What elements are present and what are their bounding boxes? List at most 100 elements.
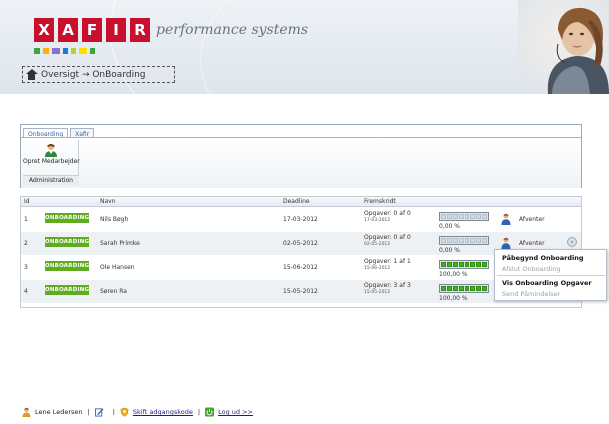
status-badge: ONBOARDING [45, 285, 90, 295]
progress-segment [482, 238, 487, 243]
breadcrumb[interactable]: Oversigt → OnBoarding [22, 66, 175, 83]
status-label: Afventer [519, 216, 545, 223]
user-name: Lene Ledersen [35, 408, 83, 416]
menu-item-show-tasks[interactable]: Vis Onboarding Opgaver [502, 279, 592, 287]
employee-name[interactable]: Ole Hansen [100, 264, 135, 271]
progress-segment [441, 238, 446, 243]
footer-separator: | [197, 408, 201, 416]
gear-icon[interactable] [567, 237, 577, 247]
footer-separator: | [112, 408, 115, 416]
progress-segment [458, 262, 464, 267]
progress-text: Opgaver: 1 af 1 15-06-2012 [364, 258, 411, 272]
progress-segment [464, 238, 470, 243]
colorbar-segment [43, 48, 49, 54]
ribbon-panel: Onboarding Xafir Opret Medarbejder Admin… [20, 124, 582, 188]
ribbon-group-label: Administration [23, 175, 79, 185]
progress-segment [458, 286, 464, 291]
change-password-link[interactable]: Skift adgangskode [133, 408, 193, 416]
progress-segment [441, 262, 446, 267]
progress-segment [464, 262, 470, 267]
progress-text: Opgaver: 0 af 0 02-05-2012 [364, 234, 411, 248]
table-row[interactable]: 1 ONBOARDING Nils Bøgh 17-03-2012 Opgaver: 0… [21, 208, 581, 231]
deadline: 15-05-2012 [283, 288, 318, 295]
logo-letter: R [130, 18, 150, 42]
power-icon[interactable] [205, 407, 215, 417]
row-context-menu: Påbegynd Onboarding Afslut Onboarding Vi… [494, 249, 607, 301]
progress-segment [446, 262, 452, 267]
progress-date: 15-05-2012 [364, 290, 391, 295]
progress-bar [439, 260, 489, 269]
progress-segment [482, 214, 487, 219]
key-shield-icon[interactable] [120, 407, 129, 417]
employee-name[interactable]: Nils Bøgh [100, 216, 128, 223]
row-id: 2 [24, 240, 28, 247]
progress-text: Opgaver: 0 af 0 17-03-2012 [364, 210, 411, 224]
progress-segment [476, 238, 482, 243]
progress-segment [452, 214, 458, 219]
home-icon[interactable] [25, 68, 38, 81]
progress-segment [476, 262, 482, 267]
progress-segment [470, 214, 476, 219]
progress-segment [464, 214, 470, 219]
colorbar-segment [90, 48, 95, 54]
progress-segment [446, 214, 452, 219]
progress-bar [439, 284, 489, 293]
progress-segment [464, 286, 470, 291]
employee-name[interactable]: Sarah Primke [100, 240, 140, 247]
menu-item-start-onboarding[interactable]: Påbegynd Onboarding [502, 254, 584, 262]
progress-tasks: Opgaver: 1 af 1 [364, 258, 411, 265]
column-header-id[interactable]: Id [24, 198, 30, 205]
column-header-progress[interactable]: Fremskridt [364, 198, 396, 205]
column-header-name[interactable]: Navn [100, 198, 116, 205]
create-employee-label[interactable]: Opret Medarbejder [23, 158, 80, 165]
status-badge: ONBOARDING [45, 213, 90, 223]
progress-tasks: Opgaver: 0 af 0 [364, 210, 411, 217]
footer-separator: | [87, 408, 90, 416]
progress-text: Opgaver: 3 af 3 15-05-2012 [364, 282, 411, 296]
progress-tasks: Opgaver: 0 af 0 [364, 234, 411, 241]
person-add-icon [45, 144, 57, 157]
logo-tagline: performance systems [156, 22, 309, 38]
progress-percent: 100,00 % [439, 295, 468, 302]
progress-bar [439, 212, 489, 221]
progress-segment [446, 238, 452, 243]
logo-letter: A [58, 18, 78, 42]
menu-item-end-onboarding: Afslut Onboarding [502, 265, 561, 273]
create-employee-button[interactable]: Opret Medarbejder [23, 142, 80, 172]
progress-segment [458, 214, 464, 219]
grid-header: Id Navn Deadline Fremskridt [21, 197, 581, 207]
progress-date: 17-03-2012 [364, 218, 391, 223]
progress-date: 15-06-2012 [364, 266, 391, 271]
header-banner: X A F I R performance systems [0, 0, 609, 100]
row-id: 3 [24, 264, 28, 271]
header-portrait-image [518, 0, 609, 94]
edit-icon[interactable] [94, 407, 104, 417]
ribbon-body: Opret Medarbejder Administration [21, 137, 581, 188]
progress-segment [470, 286, 476, 291]
progress-segment [441, 286, 446, 291]
progress-segment [482, 262, 487, 267]
row-id: 4 [24, 288, 28, 295]
progress-segment [482, 286, 487, 291]
status-badge: ONBOARDING [45, 261, 90, 271]
menu-separator [497, 275, 605, 276]
colorbar-segment [52, 48, 60, 54]
logout-link[interactable]: Log ud >> [218, 408, 253, 416]
employee-name[interactable]: Søren Ra [100, 288, 127, 295]
status-badge: ONBOARDING [45, 237, 90, 247]
deadline: 15-06-2012 [283, 264, 318, 271]
progress-segment [452, 262, 458, 267]
breadcrumb-text[interactable]: Oversigt → OnBoarding [41, 70, 146, 80]
progress-segment [446, 286, 452, 291]
progress-segment [441, 214, 446, 219]
column-header-deadline[interactable]: Deadline [283, 198, 310, 205]
colorbar-segment [63, 48, 68, 54]
progress-percent: 0,00 % [439, 223, 460, 230]
menu-item-send-reminders: Send Påmindelser [502, 290, 561, 298]
colorbar-segment [79, 48, 87, 54]
deadline: 17-03-2012 [283, 216, 318, 223]
logo-letter: I [106, 18, 126, 42]
progress-segment [476, 214, 482, 219]
deadline: 02-05-2012 [283, 240, 318, 247]
status-label: Afventer [519, 240, 545, 247]
